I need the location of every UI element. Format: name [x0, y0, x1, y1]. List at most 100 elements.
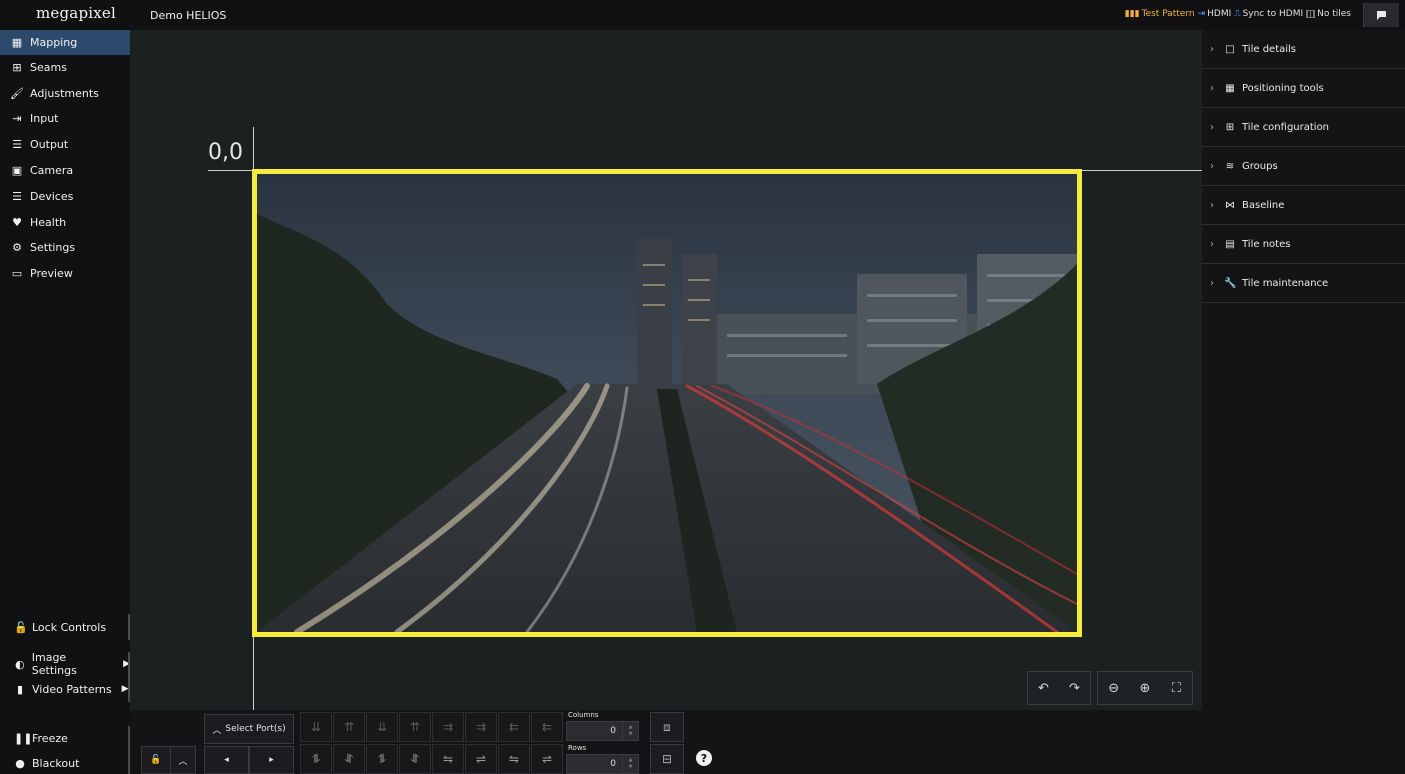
sync-icon: ⎍ [1234, 9, 1241, 19]
project-name: Demo HELIOS [150, 9, 227, 22]
sidebar-item-seams[interactable]: ⊞ Seams [0, 55, 130, 80]
snake-horizontal-alt-icon[interactable]: ⇌ [465, 744, 497, 774]
wiring-right-icon[interactable]: ⇉ [432, 712, 464, 742]
chevron-right-icon: › [1210, 82, 1214, 94]
rows-input[interactable]: 0 ▲ ▼ [566, 754, 639, 774]
grid-table-icon: ▦ [1225, 82, 1235, 94]
snake-horizontal-rev-alt-icon[interactable]: ⇌ [531, 744, 563, 774]
chevron-right-icon: › [1210, 199, 1214, 211]
undo-icon[interactable]: ↶ [1031, 675, 1057, 701]
lock-controls-button[interactable]: 🔓 Lock Controls [0, 614, 130, 640]
caret-right-icon: ▸ [269, 755, 274, 765]
chevron-right-icon: › [1210, 277, 1214, 289]
zoom-out-icon[interactable]: ⊖ [1101, 675, 1127, 701]
snake-vertical-alt-icon[interactable]: ⥯ [333, 744, 365, 774]
wiring-right-alt-icon[interactable]: ⇉ [465, 712, 497, 742]
highway-night-image [257, 174, 1077, 632]
sign-in-icon: ⇥ [12, 112, 22, 125]
wiring-up-icon[interactable]: ⇈ [333, 712, 365, 742]
select-ports-button[interactable]: ︿ Select Port(s) [204, 714, 294, 744]
stepper-icon[interactable]: ▲ ▼ [622, 722, 638, 740]
wiring-down-icon[interactable]: ⇊ [300, 712, 332, 742]
status-indicators: ▮▮▮ Test Pattern ⇥ HDMI ⎍ Sync to HDMI N… [1125, 9, 1351, 19]
snake-horizontal-icon[interactable]: ⇋ [432, 744, 464, 774]
sidebar-item-camera[interactable]: ▣ Camera [0, 158, 130, 183]
snake-vertical-icon[interactable]: ⥮ [300, 744, 332, 774]
heart-pulse-icon: ♥ [12, 216, 22, 229]
section-tile-details[interactable]: › □ Tile details [1202, 30, 1405, 69]
contrast-icon: ◐ [15, 657, 25, 671]
pause-icon: ❚❚ [14, 731, 33, 745]
section-tile-maintenance[interactable]: › 🔧 Tile maintenance [1202, 264, 1405, 303]
sign-in-icon: ⇥ [1197, 9, 1206, 19]
wrench-icon: 🔧 [1224, 277, 1237, 289]
sync-status[interactable]: ⎍ Sync to HDMI [1234, 9, 1303, 19]
chevron-right-icon: › [1210, 43, 1214, 55]
freeze-button[interactable]: ❚❚ Freeze [0, 726, 130, 750]
square-icon: □ [1225, 43, 1235, 55]
tile-fit-button[interactable]: ⧈ [650, 712, 684, 742]
sidebar-item-devices[interactable]: ☰ Devices [0, 184, 130, 209]
origin-label: 0,0 [208, 140, 243, 165]
wiring-left-icon[interactable]: ⇇ [498, 712, 530, 742]
zoom-controls: ⊖ ⊕ ⛶ [1097, 671, 1193, 705]
layers-icon: ≋ [1225, 160, 1235, 172]
chat-button[interactable] [1363, 3, 1399, 27]
sidebar: ▦ Mapping ⊞ Seams 🖌 Adjustments ⇥ Input … [0, 30, 130, 774]
redo-icon[interactable]: ↷ [1062, 675, 1088, 701]
section-baseline[interactable]: › ⋈ Baseline [1202, 186, 1405, 225]
section-groups[interactable]: › ≋ Groups [1202, 147, 1405, 186]
video-patterns-button[interactable]: ▮ Video Patterns ▶ [0, 677, 130, 701]
layout-icon: ⊟ [661, 752, 673, 766]
hdmi-status[interactable]: ⇥ HDMI [1198, 9, 1232, 19]
chevron-right-icon: › [1210, 238, 1214, 250]
video-tile[interactable] [252, 169, 1082, 637]
section-tile-configuration[interactable]: › ⊞ Tile configuration [1202, 108, 1405, 147]
wiring-left-alt-icon[interactable]: ⇇ [531, 712, 563, 742]
test-pattern-icon: ▮▮▮ [1124, 9, 1140, 19]
lock-open-icon: 🔓 [150, 755, 162, 765]
bottom-toolbar: 🔓 ︿ ︿ Select Port(s) ◂ ▸ ⇊ ⇈ ⇊ ⇈ ⇉ ⇉ ⇇ ⇇… [130, 710, 1202, 774]
plus-square-icon: ⊞ [1225, 121, 1235, 133]
film-icon: ▣ [11, 164, 23, 177]
next-port-button[interactable]: ▸ [249, 746, 294, 774]
snake-vertical-rev-alt-icon[interactable]: ⥯ [399, 744, 431, 774]
sidebar-item-health[interactable]: ♥ Health [0, 210, 130, 235]
sidebar-item-preview[interactable]: ▭ Preview [0, 261, 130, 286]
top-bar: megapixel Demo HELIOS ▮▮▮ Test Pattern ⇥… [0, 0, 1405, 30]
gears-icon: ⚙ [12, 241, 22, 254]
chevron-right-icon: › [1210, 160, 1214, 172]
right-panel: › □ Tile details › ▦ Positioning tools ›… [1202, 30, 1405, 774]
wiring-down-alt-icon[interactable]: ⇊ [366, 712, 398, 742]
fit-screen-icon[interactable]: ⛶ [1163, 675, 1189, 701]
network-icon: ⋈ [1225, 199, 1235, 211]
tile-layout-button[interactable]: ⊟ [650, 744, 684, 774]
sidebar-item-input[interactable]: ⇥ Input [0, 106, 130, 131]
sidebar-item-mapping[interactable]: ▦ Mapping [0, 30, 130, 55]
history-controls: ↶ ↷ [1027, 671, 1091, 705]
image-settings-button[interactable]: ◐ Image Settings ▶ [0, 651, 130, 677]
sidebar-item-settings[interactable]: ⚙ Settings [0, 235, 130, 260]
tiles-status[interactable]: No tiles [1306, 9, 1351, 19]
sidebar-item-output[interactable]: ☰ Output [0, 132, 130, 157]
sidebar-item-adjustments[interactable]: 🖌 Adjustments [0, 81, 130, 106]
help-button[interactable]: ? [696, 750, 712, 766]
columns-input[interactable]: 0 ▲ ▼ [566, 721, 639, 741]
lock-toggle-button[interactable]: 🔓 [141, 746, 171, 774]
zoom-in-icon[interactable]: ⊕ [1132, 675, 1158, 701]
comment-icon [1377, 10, 1386, 20]
section-positioning-tools[interactable]: › ▦ Positioning tools [1202, 69, 1405, 108]
frame-icon: ⧈ [663, 719, 671, 734]
snake-horizontal-rev-icon[interactable]: ⇋ [498, 744, 530, 774]
grid-table-icon: ▦ [11, 36, 23, 49]
snake-vertical-rev-icon[interactable]: ⥮ [366, 744, 398, 774]
app-logo: megapixel [36, 4, 116, 22]
section-tile-notes[interactable]: › ▤ Tile notes [1202, 225, 1405, 264]
stepper-icon[interactable]: ▲ ▼ [622, 755, 638, 773]
test-pattern-status[interactable]: ▮▮▮ Test Pattern [1125, 9, 1195, 19]
expand-up-button[interactable]: ︿ [170, 746, 196, 774]
blackout-button[interactable]: ● Blackout [0, 752, 130, 774]
prev-port-button[interactable]: ◂ [204, 746, 249, 774]
mapping-canvas[interactable]: 0,0 ↶ ↷ ⊖ ⊕ ⛶ [130, 30, 1202, 710]
wiring-up-alt-icon[interactable]: ⇈ [399, 712, 431, 742]
